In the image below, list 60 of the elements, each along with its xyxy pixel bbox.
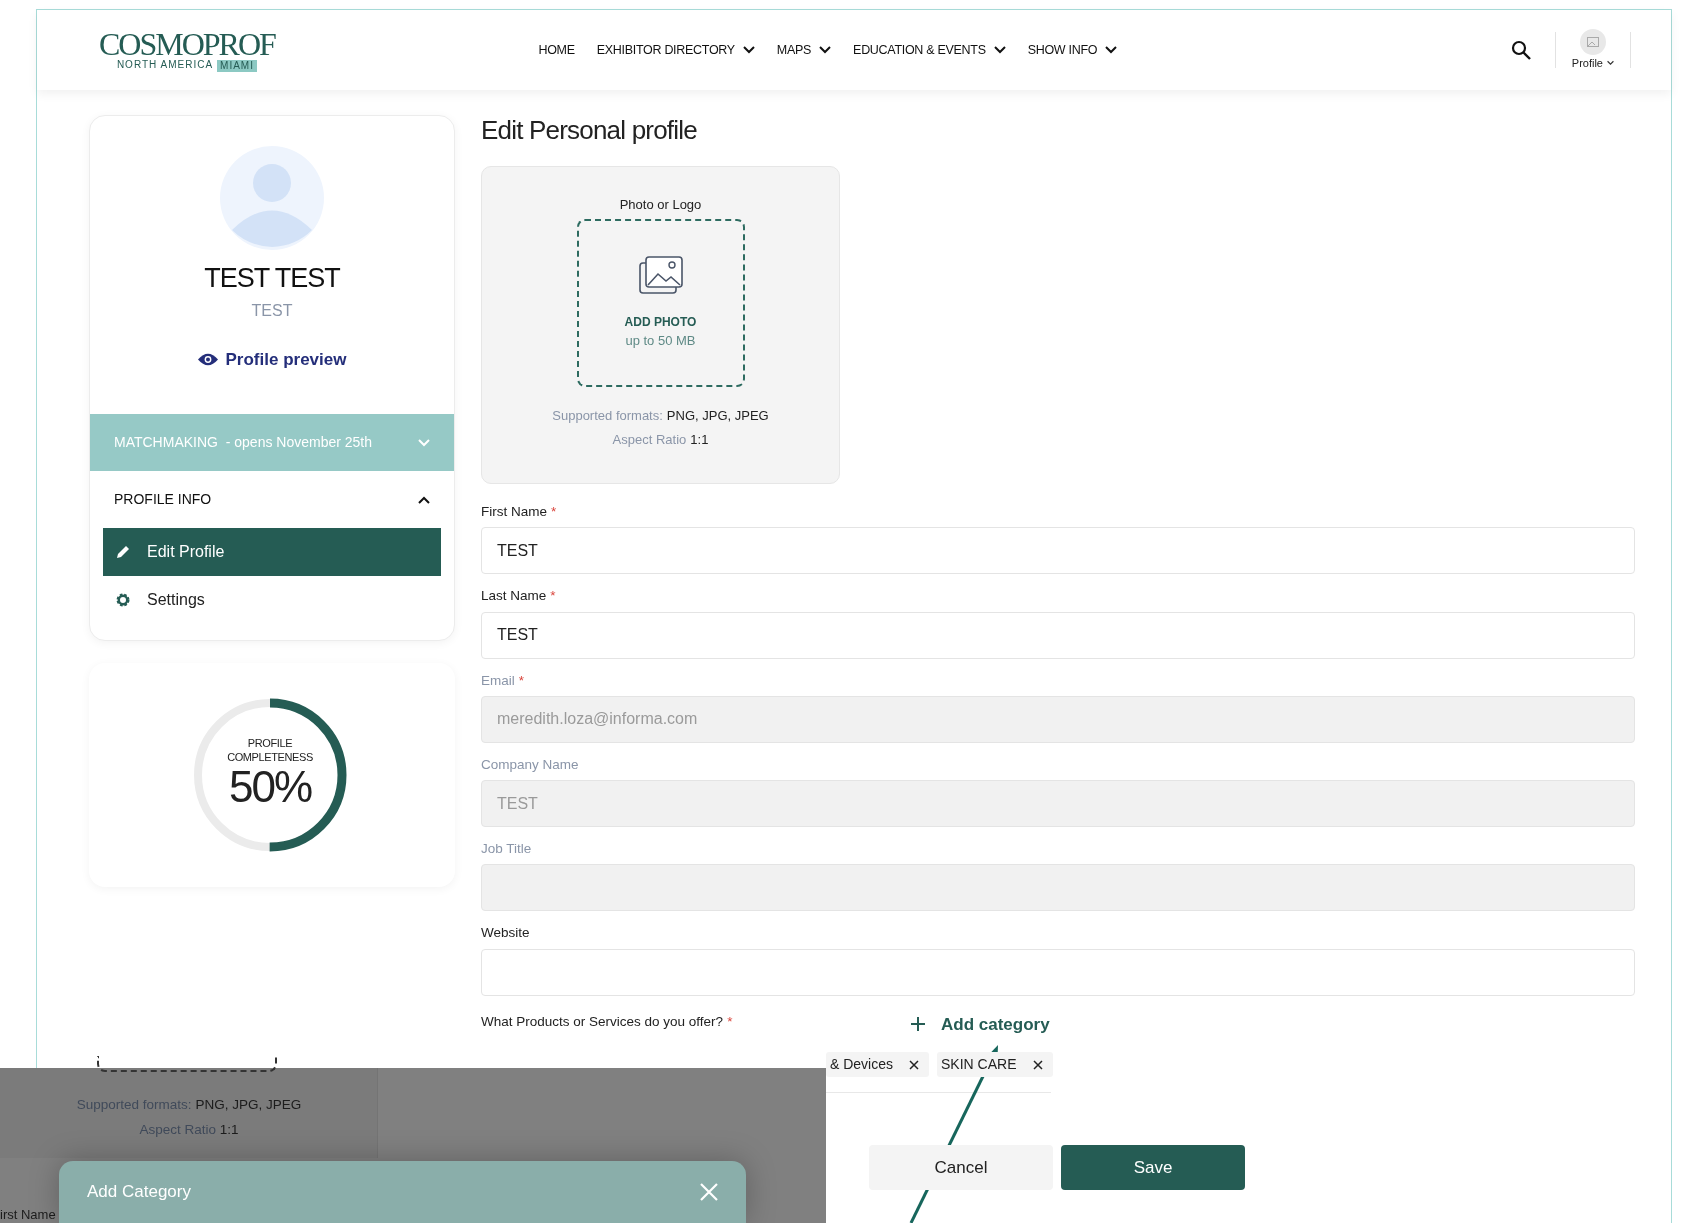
close-icon[interactable] xyxy=(700,1183,718,1201)
search-icon xyxy=(1510,40,1531,60)
completeness-label: PROFILE COMPLETENESS xyxy=(226,737,314,765)
logo-tag: MIAMI xyxy=(217,60,257,72)
required-mark: * xyxy=(551,503,557,522)
field-label: What Products or Services do you offer? xyxy=(481,1012,724,1031)
formats-value: PNG, JPG, JPEG xyxy=(195,1097,302,1112)
pencil-icon xyxy=(115,544,131,560)
ratio-value: 1:1 xyxy=(219,1122,239,1137)
upload-label: Photo or Logo xyxy=(619,196,702,215)
input-field[interactable]: TEST xyxy=(481,611,1635,659)
chevron-icon xyxy=(1607,59,1614,67)
close-icon xyxy=(1032,1059,1043,1070)
eye-icon xyxy=(197,352,218,366)
plus-icon xyxy=(911,1017,925,1032)
category-tag: & Devices xyxy=(826,1052,930,1078)
ratio-value: 1:1 xyxy=(690,431,709,447)
modal-title: Add Category xyxy=(87,1181,191,1204)
profile-preview-link[interactable]: Profile preview xyxy=(197,346,347,372)
nav-link[interactable]: HOME xyxy=(538,40,575,60)
add-category-link[interactable]: Add category xyxy=(911,1011,1050,1038)
section-header[interactable]: PROFILE INFO xyxy=(90,471,454,528)
page-title: Edit Personal profile xyxy=(481,115,698,147)
required-mark: * xyxy=(550,587,556,606)
logo-subtitle: NORTH AMERICA xyxy=(116,60,214,72)
required-mark: * xyxy=(518,671,525,690)
sidebar-item[interactable]: Settings xyxy=(103,576,441,624)
required-mark: * xyxy=(727,1012,733,1031)
image-icon xyxy=(1586,36,1599,47)
nav-link[interactable]: MAPS xyxy=(776,40,832,60)
cancel-button[interactable]: Cancel xyxy=(869,1145,1053,1191)
profile-name: TEST TEST xyxy=(204,262,340,295)
profile-label: Profile xyxy=(1571,55,1603,71)
formats-label: Supported formats: xyxy=(76,1097,192,1112)
logo-title: COSMOPROF xyxy=(99,28,275,60)
field-label: Job Title xyxy=(481,840,532,859)
input-field[interactable]: TEST xyxy=(481,527,1635,575)
input-field[interactable] xyxy=(481,948,1635,996)
category-tag: SKIN CARE xyxy=(937,1052,1053,1078)
field-label: irst Name xyxy=(0,1206,56,1223)
company-name: TEST xyxy=(251,300,293,321)
field-label: First Name xyxy=(481,503,547,522)
field-label: Email xyxy=(481,671,515,690)
nav-link[interactable]: EXHIBITOR DIRECTORY xyxy=(596,40,755,60)
field-label: Last Name xyxy=(481,587,547,606)
ratio-label: Aspect Ratio xyxy=(139,1122,216,1137)
photo-dropzone[interactable]: ADD PHOTO up to 50 MB xyxy=(576,218,745,387)
nav-link[interactable]: EDUCATION & EVENTS xyxy=(853,40,1006,60)
formats-label: Supported formats: xyxy=(552,407,663,423)
completeness-value: 50% xyxy=(228,764,312,809)
formats-value: PNG, JPG, JPEG xyxy=(666,407,769,423)
field-label: Company Name xyxy=(481,755,579,774)
gear-icon xyxy=(115,592,131,608)
nav-link[interactable]: SHOW INFO xyxy=(1027,40,1118,60)
save-button[interactable]: Save xyxy=(1061,1145,1245,1191)
ratio-label: Aspect Ratio xyxy=(612,431,687,447)
close-icon xyxy=(909,1059,920,1070)
sidebar-item[interactable]: Edit Profile xyxy=(103,528,441,576)
field-label: Website xyxy=(481,924,530,943)
image-icon xyxy=(637,254,684,297)
